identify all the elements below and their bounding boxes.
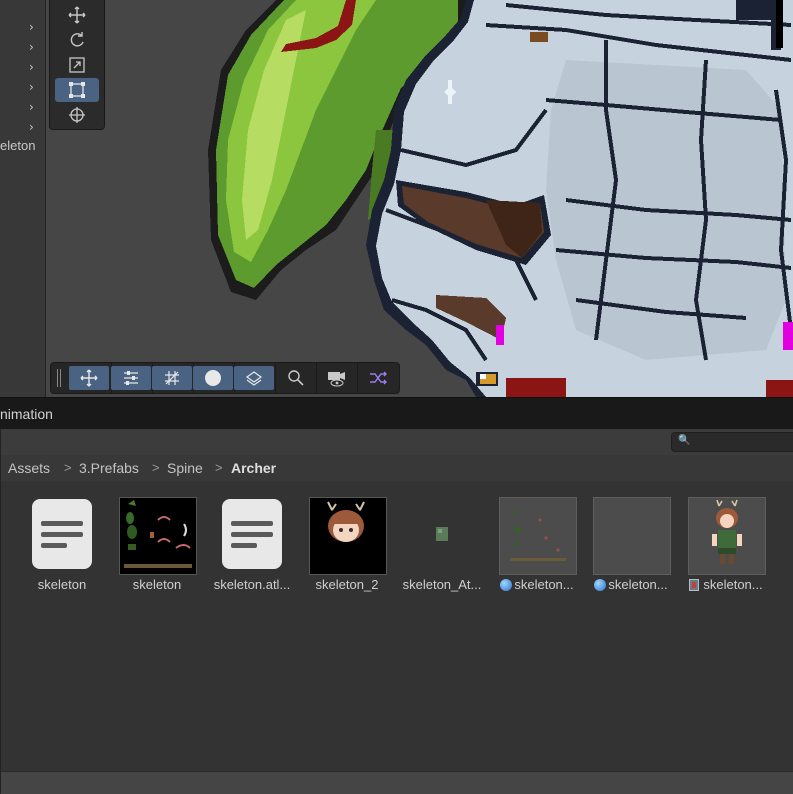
asset-thumbnail (499, 497, 577, 575)
asset-label: skeleton_2 (315, 577, 379, 592)
breadcrumb-prefabs[interactable]: 3.Prefabs (79, 460, 139, 476)
asset-thumbnail (214, 497, 290, 573)
expand-arrow-icon[interactable]: › (29, 21, 34, 33)
expand-arrow-icon[interactable]: › (29, 101, 34, 113)
breadcrumb-spine[interactable]: Spine (167, 460, 203, 476)
asset-thumbnail (309, 497, 387, 575)
drag-handle[interactable] (57, 369, 61, 387)
scene-camera-button[interactable] (317, 366, 357, 390)
breadcrumb-assets[interactable]: Assets (8, 460, 50, 476)
move-snap-button[interactable] (69, 366, 109, 390)
rotate-icon (70, 32, 84, 47)
grid-settings-button[interactable] (111, 366, 151, 390)
scene-tool-palette (49, 0, 105, 130)
asset-thumbnail (688, 497, 766, 575)
move-icon (68, 6, 86, 24)
text-file-icon (222, 499, 282, 569)
chevron-right-icon: > (64, 460, 72, 475)
scale-icon (69, 57, 85, 73)
hierarchy-item-label[interactable]: eleton (0, 138, 35, 153)
scene-artwork (208, 0, 793, 397)
asset-thumbnail (24, 497, 100, 573)
skeleton-data-icon (689, 579, 699, 591)
small-texture-icon (436, 527, 448, 541)
asset-label: skeleton.atl... (213, 577, 291, 592)
sliders-icon (124, 371, 138, 385)
text-file-icon (32, 499, 92, 569)
asset-thumbnail (593, 497, 671, 575)
shuffle-icon (370, 371, 387, 385)
rect-tool-button[interactable] (55, 78, 99, 102)
asset-label: skeleton_At... (402, 577, 482, 592)
move-tool-button[interactable] (55, 3, 99, 27)
expand-arrow-icon[interactable]: › (29, 81, 34, 93)
expand-arrow-icon[interactable]: › (29, 41, 34, 53)
chevron-right-icon: > (215, 460, 223, 475)
shading-mode-button[interactable] (193, 366, 233, 390)
project-toolbar: 🔍 (1, 429, 793, 456)
search-icon: 🔍 (678, 435, 691, 446)
expand-arrow-icon[interactable]: › (29, 121, 34, 133)
scene-view[interactable] (46, 0, 793, 397)
breadcrumb: Assets > 3.Prefabs > Spine > Archer (1, 455, 793, 482)
asset-thumbnail (404, 497, 480, 573)
rect-transform-icon (69, 82, 85, 98)
sphere-icon (205, 370, 221, 386)
texture-atlas-icon (124, 500, 192, 568)
material-preview-icon (510, 510, 566, 561)
search-input[interactable]: 🔍 (671, 432, 793, 452)
move-snap-icon (80, 369, 98, 387)
scene-overlay-toolbar (50, 362, 400, 394)
asset-thumbnail (119, 497, 197, 575)
asset-label: skeleton (37, 577, 87, 592)
shuffle-button[interactable] (358, 366, 398, 390)
layers-button[interactable] (234, 366, 274, 390)
camera-eye-icon (328, 372, 345, 387)
chevron-right-icon: > (152, 460, 160, 475)
transform-tool-button[interactable] (55, 103, 99, 127)
rotate-tool-button[interactable] (55, 28, 99, 52)
expand-arrow-icon[interactable]: › (29, 61, 34, 73)
panel-tab-bar: nimation (0, 397, 793, 430)
project-footer (1, 771, 793, 794)
search-icon (288, 370, 304, 386)
tab-animation[interactable]: nimation (0, 406, 53, 422)
asset-grid: skeleton skeleton skeleton.atl... skelet… (1, 481, 793, 771)
character-prefab-icon (712, 499, 742, 564)
transform-icon (69, 107, 85, 123)
hierarchy-panel: › › › › › › eleton (0, 0, 46, 397)
breadcrumb-archer[interactable]: Archer (231, 460, 276, 476)
search-button[interactable] (276, 366, 316, 390)
sphere-icon (594, 579, 606, 591)
scale-tool-button[interactable] (55, 53, 99, 77)
grid-icon (165, 371, 179, 385)
portrait-texture-icon (327, 501, 365, 542)
grid-toggle-button[interactable] (152, 366, 192, 390)
sphere-icon (500, 579, 512, 591)
layers-icon (245, 371, 263, 386)
project-panel: 🔍 Assets > 3.Prefabs > Spine > Archer sk… (0, 429, 793, 794)
asset-label: skeleton (132, 577, 182, 592)
